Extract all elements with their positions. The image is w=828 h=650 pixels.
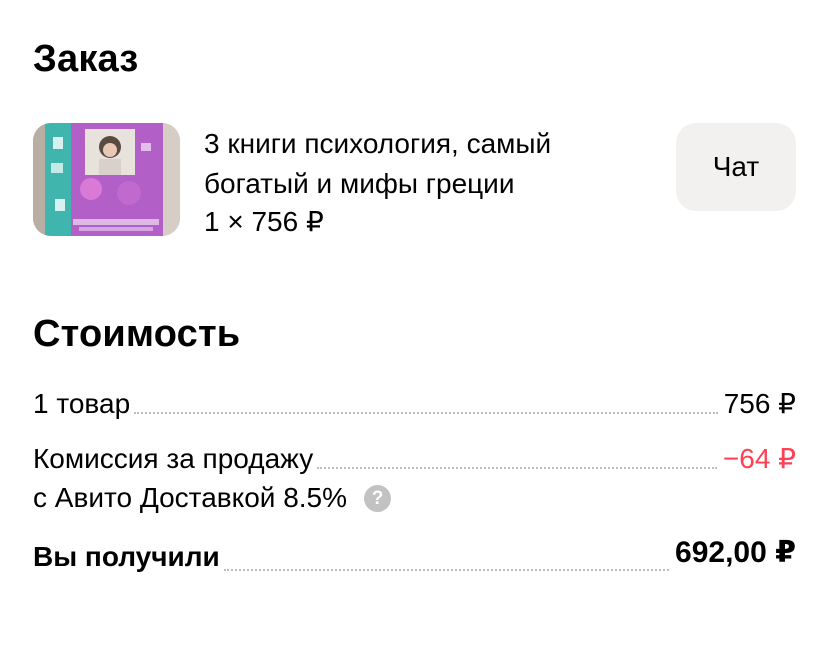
items-label: 1 товар <box>33 388 131 419</box>
product-thumbnail[interactable] <box>33 123 180 236</box>
dotted-leader <box>134 412 718 414</box>
cost-title: Стоимость <box>33 313 241 355</box>
commission-row: Комиссия за продажу −64 ₽ <box>33 441 796 477</box>
total-label: Вы получили <box>33 541 220 572</box>
total-value: 692,00 ₽ <box>675 536 796 569</box>
question-icon[interactable]: ? <box>364 484 392 512</box>
dotted-leader <box>317 467 717 469</box>
chat-button[interactable]: Чат <box>676 123 796 211</box>
commission-label-line2: с Авито Доставкой 8.5% <box>33 482 348 513</box>
dotted-leader <box>223 569 670 571</box>
items-row: 1 товар 756 ₽ <box>33 386 796 422</box>
product-name[interactable]: 3 книги психология, самый богатый и мифы… <box>204 124 634 204</box>
commission-value: −64 ₽ <box>722 443 796 474</box>
product-price: 1 × 756 ₽ <box>204 206 324 237</box>
total-row: Вы получили 692,00 ₽ <box>33 536 796 575</box>
items-value: 756 ₽ <box>723 388 796 419</box>
commission-label: Комиссия за продажу <box>33 443 314 474</box>
commission-label-line2-container: с Авито Доставкой 8.5% ? <box>33 480 392 516</box>
order-title: Заказ <box>33 38 139 80</box>
book-cover-image <box>33 123 180 236</box>
